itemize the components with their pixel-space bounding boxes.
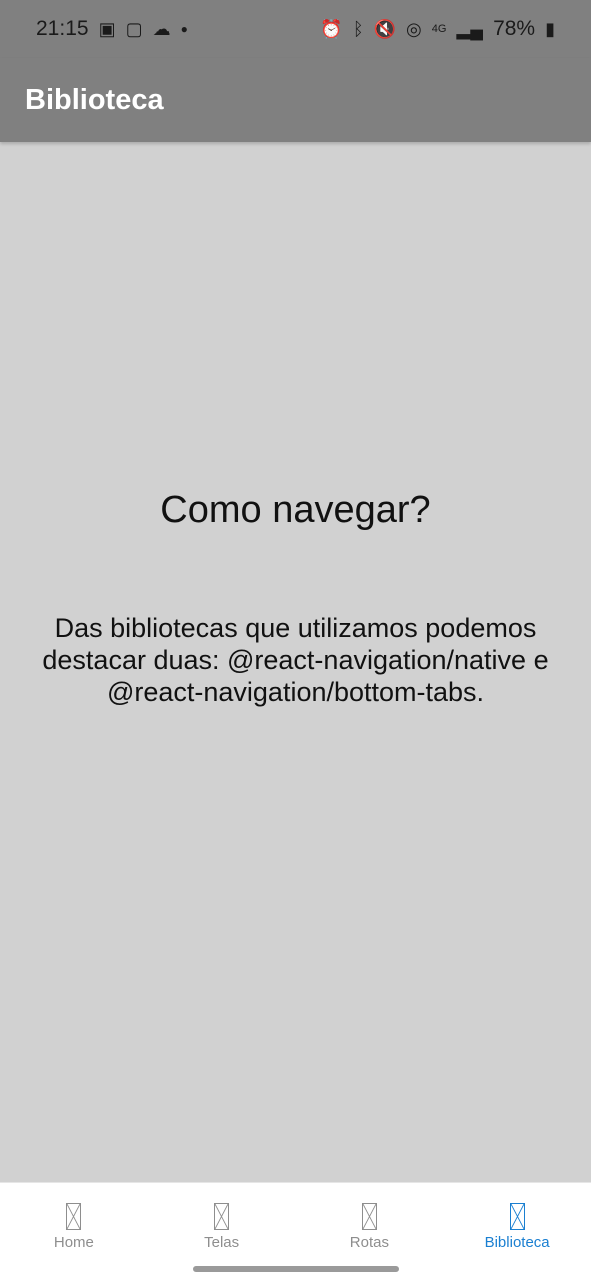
main-content: Como navegar? Das bibliotecas que utiliz…	[0, 142, 591, 1182]
mute-icon: 🔇	[373, 19, 397, 39]
dot-icon: ●	[180, 22, 188, 36]
placeholder-icon	[214, 1203, 230, 1230]
network-4g-icon: 4G	[431, 22, 447, 35]
page-title: Biblioteca	[25, 83, 164, 116]
cloud-icon: ☁	[152, 19, 171, 39]
tab-label: Home	[53, 1234, 94, 1251]
tab-label: Telas	[204, 1234, 240, 1251]
tab-label: Biblioteca	[484, 1234, 550, 1251]
home-indicator[interactable]	[193, 1266, 399, 1272]
battery-percent: 78%	[493, 17, 536, 40]
hotspot-icon: ◎	[406, 19, 422, 39]
chat-icon: ▢	[125, 19, 143, 39]
status-time: 21:15	[36, 17, 89, 40]
tab-home[interactable]: Home	[0, 1183, 148, 1280]
bluetooth-icon: ᛒ	[352, 19, 364, 39]
status-bar: 21:15 ▣ ▢ ☁ ● ⏰ ᛒ 🔇 ◎ 4G ▂▄ 78% ▮	[0, 0, 591, 58]
content-title: Como navegar?	[160, 488, 431, 531]
status-right: ⏰ ᛒ 🔇 ◎ 4G ▂▄ 78% ▮	[320, 17, 555, 41]
content-body: Das bibliotecas que utilizamos podemos d…	[42, 612, 549, 707]
alarm-icon: ⏰	[320, 19, 343, 39]
tab-label: Rotas	[349, 1234, 389, 1251]
placeholder-icon	[509, 1203, 525, 1230]
placeholder-icon	[361, 1203, 377, 1230]
placeholder-icon	[66, 1203, 82, 1230]
image-icon: ▣	[98, 19, 116, 39]
tab-biblioteca[interactable]: Biblioteca	[443, 1183, 591, 1280]
signal-icon: ▂▄	[456, 19, 484, 39]
status-left: 21:15 ▣ ▢ ☁ ●	[36, 17, 188, 41]
battery-icon: ▮	[545, 19, 555, 39]
app-header: Biblioteca	[0, 58, 591, 142]
